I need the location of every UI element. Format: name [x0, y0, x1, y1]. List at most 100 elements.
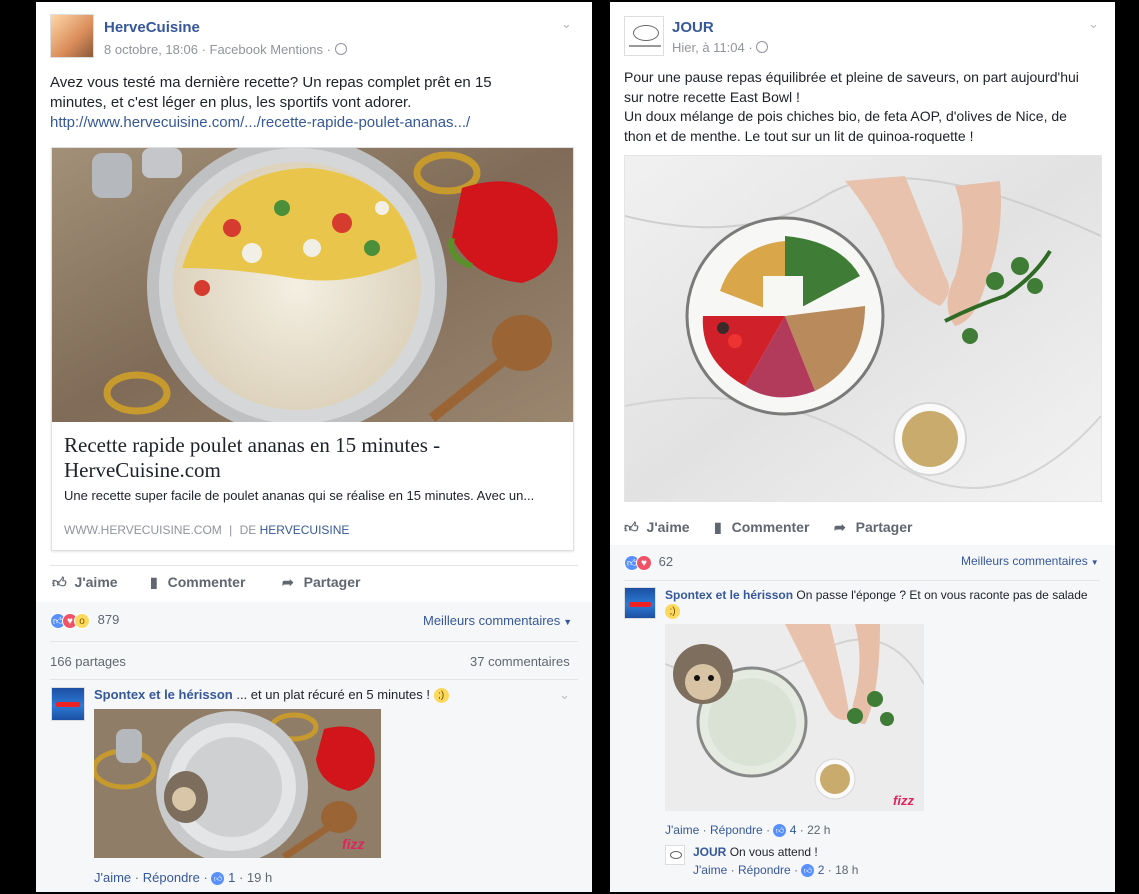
- post-author[interactable]: HerveCuisine: [104, 19, 200, 36]
- post-text-line: Avez vous testé ma dernière recette? Un …: [50, 74, 492, 91]
- comment-author[interactable]: Spontex et le hérisson: [94, 687, 233, 702]
- dot-separator: ·: [203, 870, 208, 885]
- recipe-photo: [52, 148, 573, 422]
- like-button[interactable]: 👍︎ J'aime: [624, 519, 690, 536]
- dot-separator: ·: [730, 863, 735, 877]
- share-arrow-icon: ➦: [834, 519, 846, 535]
- comment-button[interactable]: ▮ Commenter: [150, 574, 245, 591]
- card-by-name[interactable]: HERVECUISINE: [260, 523, 350, 537]
- shares-count[interactable]: 166 partages: [50, 654, 126, 669]
- post-text-line: minutes, et c'est léger en plus, les spo…: [50, 94, 412, 111]
- card-title-line: Recette rapide poulet ananas en 15 minut…: [64, 433, 441, 457]
- share-button[interactable]: ➦ Partager: [834, 519, 912, 536]
- post-timestamp[interactable]: 8 octobre, 18:06 · Facebook Mentions ·: [104, 42, 347, 57]
- post-timestamp[interactable]: Hier, à 11:04 ·: [672, 40, 769, 55]
- reply-text: On vous attend !: [729, 845, 818, 859]
- dot-separator: ·: [827, 863, 832, 877]
- comment-reply-link[interactable]: Répondre: [143, 870, 200, 885]
- caret-down-icon: ▼: [1090, 558, 1099, 567]
- comment-text: On passe l'éponge ? Et on vous raconte p…: [796, 588, 1088, 602]
- commenter-avatar[interactable]: [51, 687, 85, 721]
- card-by-prefix: DE: [239, 523, 257, 537]
- share-button[interactable]: ➦ Partager: [282, 574, 360, 591]
- love-reaction-icon: ♥: [636, 554, 652, 571]
- like-label: J'aime: [74, 574, 118, 590]
- best-comments-dropdown[interactable]: Meilleurs commentaires ▼: [423, 613, 572, 628]
- reply-reply-link[interactable]: Répondre: [738, 863, 791, 877]
- reactions-summary[interactable]: 👍︎ ♥ 62: [624, 554, 673, 571]
- comment-time[interactable]: 19 h: [247, 870, 272, 885]
- comment-label: Commenter: [167, 574, 246, 590]
- dot-separator: ·: [799, 823, 804, 837]
- reply-like-count[interactable]: 2: [818, 863, 825, 877]
- share-label: Partager: [303, 574, 361, 590]
- post-actions: 👍︎ J'aime ▮ Commenter ➦ Partager: [624, 519, 1104, 541]
- reply-like-link[interactable]: J'aime: [693, 863, 727, 877]
- comment-like-link[interactable]: J'aime: [665, 823, 699, 837]
- reply-author[interactable]: JOUR: [693, 845, 726, 859]
- fizz-watermark: fizz: [893, 793, 914, 808]
- thumbs-up-icon: 👍︎: [52, 574, 67, 590]
- comment-button[interactable]: ▮ Commenter: [714, 519, 809, 536]
- comment-photo: fizz: [94, 709, 381, 858]
- like-button[interactable]: 👍︎ J'aime: [52, 574, 118, 591]
- divider: [50, 641, 578, 642]
- post-meta-text: Hier, à 11:04 ·: [672, 40, 753, 55]
- divider: [50, 565, 578, 566]
- best-comments-dropdown[interactable]: Meilleurs commentaires ▼: [961, 554, 1099, 568]
- chevron-down-icon[interactable]: ⌄: [559, 687, 570, 703]
- comment-actions: J'aime · Répondre · 👍︎ 4 · 22 h: [665, 823, 830, 838]
- post-url-link[interactable]: http://www.hervecuisine.com/.../recette-…: [50, 113, 580, 133]
- post-author[interactable]: JOUR: [672, 19, 714, 36]
- comment-body: Spontex et le hérisson ... et un plat ré…: [94, 687, 449, 704]
- share-label: Partager: [855, 519, 913, 535]
- comment-text: ... et un plat récuré en 5 minutes !: [236, 687, 430, 702]
- commenter-avatar[interactable]: [624, 587, 656, 619]
- dot-separator: ·: [794, 863, 799, 877]
- comment-like-count[interactable]: 4: [790, 823, 797, 837]
- reactions-summary[interactable]: 👍︎ ♥ o 879: [50, 612, 119, 629]
- post-text-line: sur notre recette East Bowl !: [624, 88, 800, 105]
- like-count-icon: 👍︎: [773, 824, 787, 838]
- comments-count[interactable]: 37 commentaires: [470, 654, 570, 669]
- dot-separator: ·: [134, 870, 140, 885]
- card-source: WWW.HERVECUISINE.COM | DE HERVECUISINE: [64, 523, 349, 537]
- post-jour: JOUR Hier, à 11:04 · ⌄ Pour une pause re…: [610, 2, 1115, 892]
- reply-avatar[interactable]: [665, 845, 685, 865]
- divider: [624, 580, 1100, 581]
- globe-icon: [334, 43, 347, 55]
- comment-like-count[interactable]: 1: [228, 870, 235, 885]
- comment-time[interactable]: 22 h: [807, 823, 830, 837]
- card-separator: |: [229, 523, 233, 537]
- wow-reaction-icon: o: [74, 612, 90, 629]
- post-text-line: thon et de menthe. Le tout sur un lit de…: [624, 127, 974, 144]
- comment-author[interactable]: Spontex et le hérisson: [665, 588, 793, 602]
- wink-emoji-icon: ;): [665, 604, 680, 620]
- link-preview-card[interactable]: Recette rapide poulet ananas en 15 minut…: [51, 147, 574, 551]
- divider: [50, 679, 578, 680]
- author-avatar[interactable]: [624, 16, 664, 56]
- like-count-icon: 👍︎: [801, 864, 815, 878]
- reply-actions: J'aime · Répondre · 👍︎ 2 · 18 h: [693, 863, 858, 878]
- comment-reply-link[interactable]: Répondre: [710, 823, 763, 837]
- comment-label: Commenter: [731, 519, 810, 535]
- post-actions: 👍︎ J'aime ▮ Commenter ➦ Partager: [50, 574, 578, 596]
- chevron-down-icon[interactable]: ⌄: [1088, 16, 1099, 32]
- share-arrow-icon: ➦: [282, 574, 294, 590]
- post-text: Avez vous testé ma dernière recette? Un …: [50, 73, 580, 133]
- author-avatar[interactable]: [50, 14, 94, 58]
- dot-separator: ·: [238, 870, 244, 885]
- comment-like-link[interactable]: J'aime: [94, 870, 131, 885]
- chevron-down-icon[interactable]: ⌄: [561, 16, 572, 32]
- reply-time[interactable]: 18 h: [835, 863, 858, 877]
- caret-down-icon: ▼: [563, 617, 573, 627]
- dot-separator: ·: [702, 823, 707, 837]
- card-domain: WWW.HERVECUISINE.COM: [64, 523, 222, 537]
- card-title: Recette rapide poulet ananas en 15 minut…: [64, 433, 559, 483]
- thumbs-up-icon: 👍︎: [624, 519, 639, 535]
- dot-separator: ·: [766, 823, 771, 837]
- post-photo[interactable]: [624, 155, 1102, 502]
- reactions-count: 62: [658, 554, 674, 569]
- reactions-count: 879: [97, 612, 120, 627]
- reply-body: JOUR On vous attend !: [693, 845, 818, 859]
